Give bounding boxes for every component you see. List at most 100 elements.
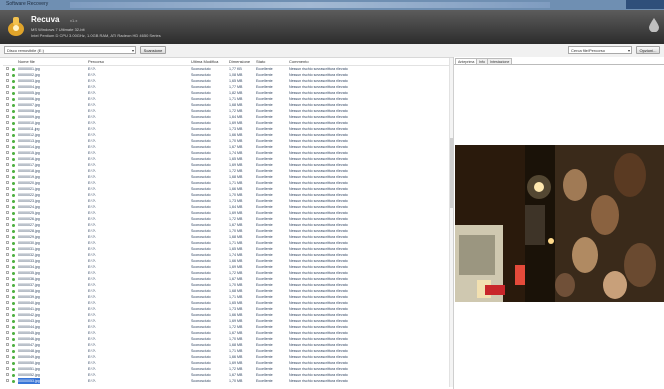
filter-select-value: Cerca file/Percorso (571, 48, 606, 53)
column-header-comment[interactable]: Commento (289, 59, 309, 64)
row-checkbox[interactable] (6, 67, 9, 70)
preview-image (455, 145, 664, 302)
row-checkbox[interactable] (6, 217, 9, 220)
os-info: MS Windows 7 Ultimate 32-bit (31, 27, 85, 32)
row-checkbox[interactable] (6, 343, 9, 346)
status-dot-icon (12, 157, 15, 161)
status-dot-icon (12, 337, 15, 341)
row-checkbox[interactable] (6, 181, 9, 184)
status-dot-icon (12, 211, 15, 215)
status-dot-icon (12, 277, 15, 281)
window-title: Software Recovery (6, 1, 49, 7)
row-checkbox[interactable] (6, 379, 9, 382)
row-checkbox[interactable] (6, 79, 9, 82)
window-controls[interactable] (626, 0, 664, 9)
scan-button[interactable]: Scansione (140, 46, 166, 54)
row-checkbox[interactable] (6, 241, 9, 244)
filter-select[interactable]: Cerca file/Percorso ▾ (568, 46, 632, 54)
row-checkbox[interactable] (6, 319, 9, 322)
status-dot-icon (12, 379, 15, 383)
row-checkbox[interactable] (6, 253, 9, 256)
status-dot-icon (12, 217, 15, 221)
status-dot-icon (12, 241, 15, 245)
drive-select[interactable]: Disco removibile (E:) ▾ (4, 46, 136, 54)
row-checkbox[interactable] (6, 283, 9, 286)
row-checkbox[interactable] (6, 295, 9, 298)
status-dot-icon (12, 175, 15, 179)
row-checkbox[interactable] (6, 127, 9, 130)
status-dot-icon (12, 103, 15, 107)
row-checkbox[interactable] (6, 109, 9, 112)
column-header-name[interactable]: Nome file (18, 59, 35, 64)
drive-select-value: Disco removibile (E:) (7, 48, 44, 53)
row-checkbox[interactable] (6, 187, 9, 190)
row-checkbox[interactable] (6, 121, 9, 124)
status-dot-icon (12, 181, 15, 185)
row-checkbox[interactable] (6, 133, 9, 136)
column-header-row: Nome file Percorso Ultima Modifica Dimen… (3, 58, 449, 66)
row-checkbox[interactable] (6, 265, 9, 268)
row-checkbox[interactable] (6, 289, 9, 292)
row-checkbox[interactable] (6, 355, 9, 358)
row-checkbox[interactable] (6, 115, 9, 118)
status-dot-icon (12, 259, 15, 263)
status-dot-icon (12, 169, 15, 173)
status-dot-icon (12, 127, 15, 131)
row-checkbox[interactable] (6, 157, 9, 160)
column-header-path[interactable]: Percorso (88, 59, 104, 64)
row-checkbox[interactable] (6, 175, 9, 178)
row-checkbox[interactable] (6, 223, 9, 226)
row-checkbox[interactable] (6, 313, 9, 316)
row-checkbox[interactable] (6, 373, 9, 376)
column-header-size[interactable]: Dimensione (229, 59, 250, 64)
row-checkbox[interactable] (6, 247, 9, 250)
status-dot-icon (12, 115, 15, 119)
row-checkbox[interactable] (6, 259, 9, 262)
file-list: Nome file Percorso Ultima Modifica Dimen… (3, 58, 449, 387)
row-checkbox[interactable] (6, 103, 9, 106)
status-dot-icon (12, 373, 15, 377)
row-checkbox[interactable] (6, 337, 9, 340)
row-checkbox[interactable] (6, 199, 9, 202)
cell-modified: Sconosciuto (191, 379, 211, 383)
row-checkbox[interactable] (6, 97, 9, 100)
row-checkbox[interactable] (6, 151, 9, 154)
column-header-state[interactable]: Stato (256, 59, 265, 64)
row-checkbox[interactable] (6, 145, 9, 148)
row-checkbox[interactable] (6, 211, 9, 214)
status-dot-icon (12, 271, 15, 275)
chevron-down-icon: ▾ (627, 48, 630, 53)
row-checkbox[interactable] (6, 163, 9, 166)
recuva-logo-icon (8, 17, 24, 36)
row-checkbox[interactable] (6, 91, 9, 94)
row-checkbox[interactable] (6, 331, 9, 334)
row-checkbox[interactable] (6, 139, 9, 142)
options-button[interactable]: Opzioni... (636, 46, 660, 54)
row-checkbox[interactable] (6, 307, 9, 310)
row-checkbox[interactable] (6, 169, 9, 172)
status-dot-icon (12, 247, 15, 251)
row-checkbox[interactable] (6, 367, 9, 370)
row-checkbox[interactable] (6, 277, 9, 280)
row-checkbox[interactable] (6, 349, 9, 352)
status-dot-icon (12, 343, 15, 347)
tab-underline (454, 64, 664, 65)
row-checkbox[interactable] (6, 205, 9, 208)
row-checkbox[interactable] (6, 325, 9, 328)
column-header-modified[interactable]: Ultima Modifica (191, 59, 218, 64)
row-checkbox[interactable] (6, 271, 9, 274)
status-dot-icon (12, 367, 15, 371)
row-checkbox[interactable] (6, 73, 9, 76)
row-checkbox[interactable] (6, 85, 9, 88)
table-row[interactable]: 00000053.jpg E:\?\ Sconosciuto 1,70 MB Eccel… (3, 378, 449, 384)
status-dot-icon (12, 313, 15, 317)
drop-icon (649, 18, 659, 32)
row-checkbox[interactable] (6, 193, 9, 196)
status-dot-icon (12, 145, 15, 149)
row-checkbox[interactable] (6, 301, 9, 304)
app-version: v1.x (70, 18, 78, 23)
row-checkbox[interactable] (6, 235, 9, 238)
row-checkbox[interactable] (6, 229, 9, 232)
status-dot-icon (12, 307, 15, 311)
row-checkbox[interactable] (6, 361, 9, 364)
